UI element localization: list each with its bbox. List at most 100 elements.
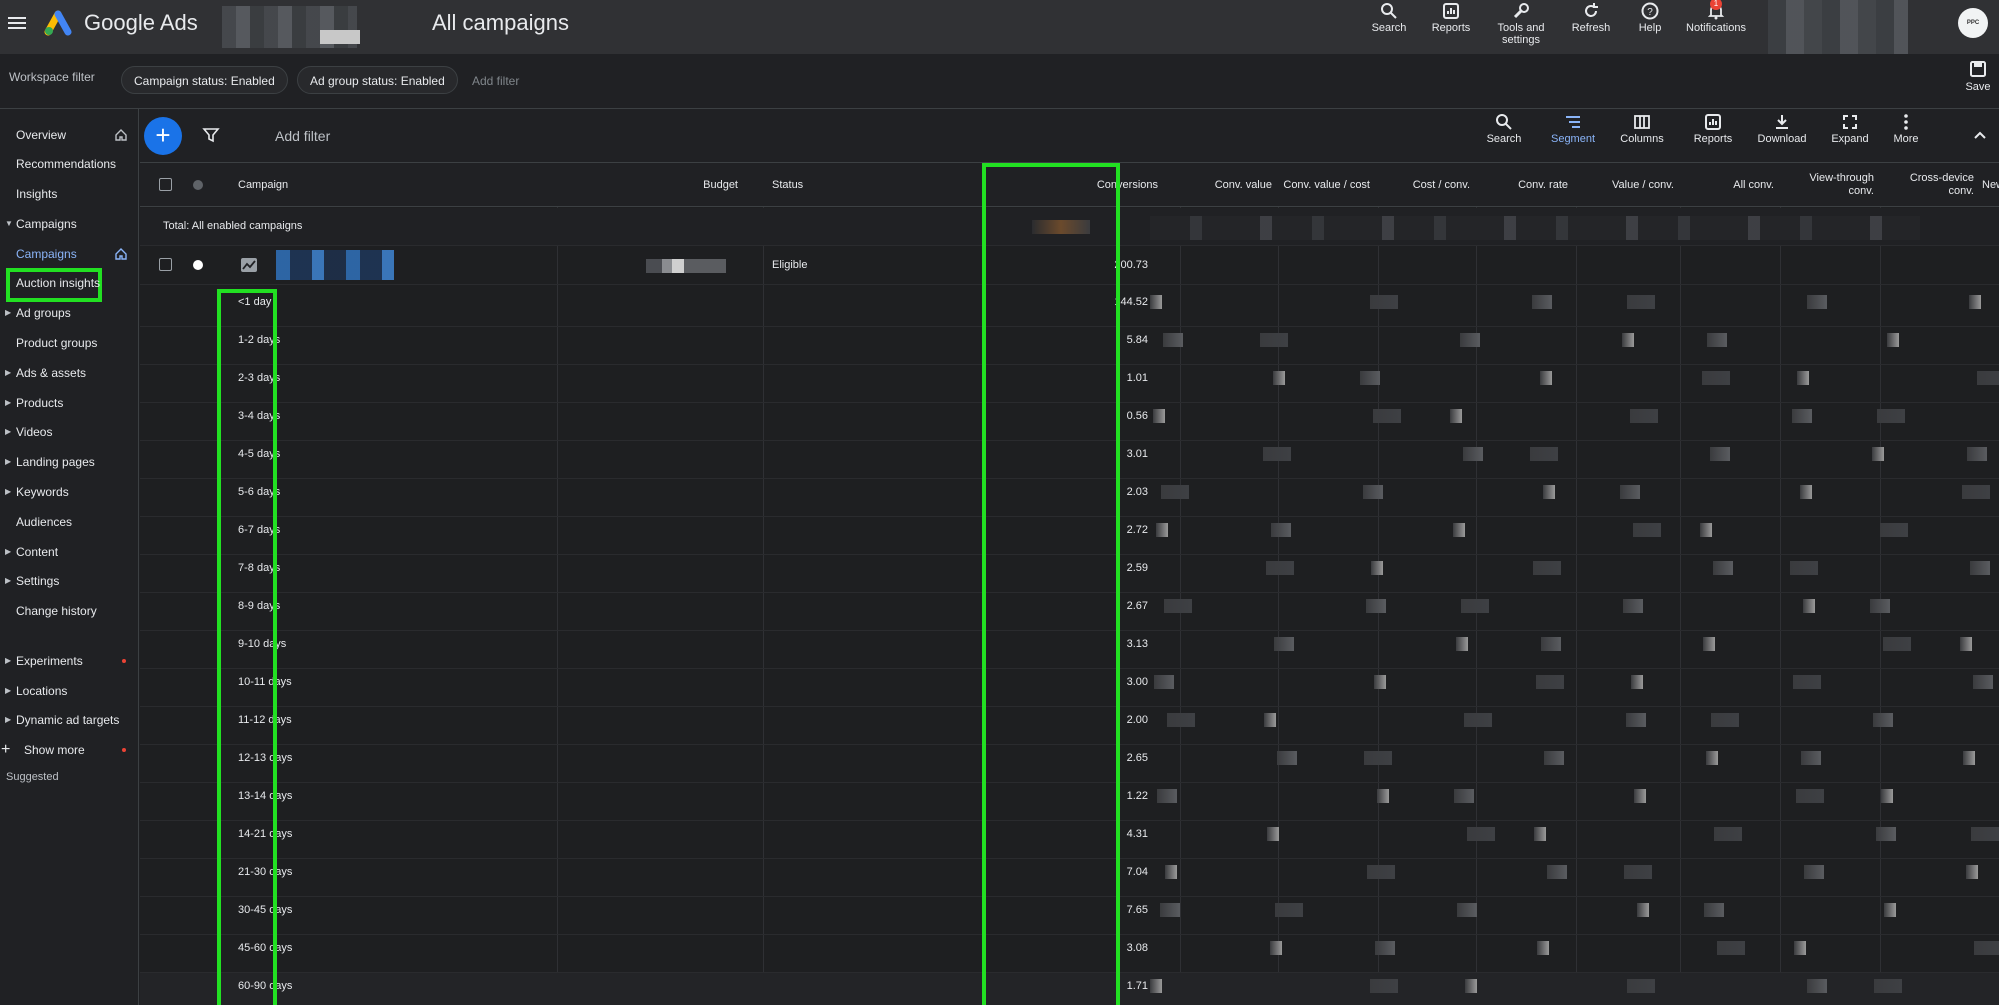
avatar[interactable]: PPC — [1958, 8, 1988, 38]
col-conv-value[interactable]: Conv. value — [1186, 163, 1272, 207]
nav-landing-pages[interactable]: ▶ Landing pages — [0, 447, 139, 477]
caret-right-icon: ▶ — [5, 547, 12, 556]
redacted-metric-cell — [1536, 675, 1564, 689]
top-tools-button[interactable]: Tools and settings — [1490, 0, 1552, 54]
nav-show-more[interactable]: + Show more — [0, 735, 139, 765]
tool-download[interactable]: Download — [1754, 113, 1810, 145]
tool-expand[interactable]: Expand — [1828, 113, 1872, 145]
caret-right-icon: ▶ — [5, 427, 12, 436]
left-nav-sidebar: Overview Recommendations Insights ▼ Camp… — [0, 109, 139, 1005]
add-filter-button[interactable]: Add filter — [275, 128, 330, 144]
add-workspace-filter[interactable]: Add filter — [472, 74, 519, 88]
redacted-metric-cell — [1377, 789, 1389, 803]
nav-overview[interactable]: Overview — [0, 120, 139, 150]
redacted-campaign-name[interactable] — [276, 250, 394, 280]
chevron-up-icon[interactable] — [1972, 127, 1988, 143]
nav-recommendations[interactable]: Recommendations — [0, 149, 139, 179]
col-all-conv[interactable]: All conv. — [1686, 163, 1774, 207]
save-button[interactable]: Save — [1960, 60, 1996, 93]
col-view-through[interactable]: View-through conv. — [1786, 163, 1874, 207]
redacted-metric-cell — [1970, 561, 1990, 575]
col-cost-conv[interactable]: Cost / conv. — [1384, 163, 1470, 207]
top-refresh-button[interactable]: Refresh — [1568, 0, 1614, 54]
redacted-metric-cell — [1360, 371, 1380, 385]
caret-right-icon: ▶ — [5, 686, 12, 695]
redacted-metric-cell — [1464, 713, 1492, 727]
nav-audiences[interactable]: Audiences — [0, 507, 139, 537]
nav-experiments[interactable]: ▶ Experiments — [0, 646, 139, 676]
redacted-metric-cell — [1277, 751, 1297, 765]
redacted-metric-cell — [1790, 561, 1818, 575]
redacted-metric-cell — [1974, 941, 1999, 955]
nav-campaigns-group[interactable]: ▼ Campaigns — [0, 209, 139, 239]
tool-segment[interactable]: Segment — [1548, 113, 1598, 145]
redacted-metric-cell — [1714, 827, 1742, 841]
create-button[interactable]: + — [144, 117, 182, 155]
nav-product-groups[interactable]: Product groups — [0, 328, 139, 358]
new-dot — [122, 659, 126, 663]
col-campaign[interactable]: Campaign — [238, 163, 438, 207]
nav-products[interactable]: ▶ Products — [0, 388, 139, 418]
col-status[interactable]: Status — [772, 163, 852, 207]
nav-dynamic-ad-targets[interactable]: ▶ Dynamic ad targets — [0, 705, 139, 735]
main-menu-icon[interactable] — [8, 14, 26, 32]
redacted-metric-cell — [1263, 447, 1291, 461]
nav-change-history[interactable]: Change history — [0, 596, 139, 626]
nav-insights[interactable]: Insights — [0, 179, 139, 209]
col-value-conv[interactable]: Value / conv. — [1580, 163, 1674, 207]
account-id-redacted — [320, 30, 360, 44]
redacted-metric-cell — [1707, 333, 1727, 347]
redacted-metric-cell — [1463, 447, 1483, 461]
workspace-filter-label: Workspace filter — [9, 70, 95, 84]
nav-videos[interactable]: ▶ Videos — [0, 417, 139, 447]
row-checkbox[interactable] — [159, 258, 172, 271]
top-search-button[interactable]: Search — [1368, 0, 1410, 54]
nav-auction-insights[interactable]: Auction insights — [0, 268, 139, 298]
google-ads-logo[interactable] — [44, 8, 76, 36]
reports-icon — [1443, 3, 1459, 19]
nav-keywords[interactable]: ▶ Keywords — [0, 477, 139, 507]
user-account-redacted[interactable] — [1768, 0, 1908, 54]
tool-columns[interactable]: Columns — [1616, 113, 1668, 145]
redacted-metric-cell — [1874, 979, 1902, 993]
top-help-button[interactable]: ? Help — [1632, 0, 1668, 54]
nav-settings[interactable]: ▶ Settings — [0, 566, 139, 596]
col-new-customers[interactable]: New customers — [1982, 163, 1999, 207]
nav-content[interactable]: ▶ Content — [0, 537, 139, 567]
nav-ads-assets[interactable]: ▶ Ads & assets — [0, 358, 139, 388]
reports-icon — [1705, 114, 1721, 130]
redacted-metric-cell — [1266, 561, 1294, 575]
tool-search[interactable]: Search — [1484, 113, 1524, 145]
tool-more[interactable]: More — [1888, 113, 1924, 145]
nav-locations[interactable]: ▶ Locations — [0, 676, 139, 706]
more-icon — [1904, 114, 1908, 130]
redacted-metric-cell — [1364, 751, 1392, 765]
redacted-metric-cell — [1363, 485, 1383, 499]
col-conv-rate[interactable]: Conv. rate — [1482, 163, 1568, 207]
redacted-metric-cell — [1872, 447, 1884, 461]
campaign-status-chip[interactable]: Campaign status: Enabled — [121, 66, 288, 94]
redacted-metric-cell — [1803, 599, 1815, 613]
col-cross-device[interactable]: Cross-device conv. — [1884, 163, 1974, 207]
search-icon — [1496, 114, 1512, 130]
tool-reports[interactable]: Reports — [1690, 113, 1736, 145]
redacted-metric-cell — [1367, 865, 1395, 879]
redacted-metric-cell — [1543, 485, 1555, 499]
redacted-metric-cell — [1461, 599, 1489, 613]
col-conv-value-cost[interactable]: Conv. value / cost — [1282, 163, 1370, 207]
col-budget[interactable]: Budget — [660, 163, 738, 207]
home-icon[interactable] — [114, 247, 128, 261]
columns-icon — [1634, 115, 1650, 129]
top-reports-button[interactable]: Reports — [1426, 0, 1476, 54]
top-notifications-button[interactable]: 1 Notifications — [1680, 0, 1752, 54]
ad-group-status-chip[interactable]: Ad group status: Enabled — [297, 66, 458, 94]
nav-ad-groups[interactable]: ▶ Ad groups — [0, 298, 139, 328]
campaigns-table: Campaign Budget Status Conversions Conv.… — [140, 163, 1999, 1005]
enabled-status-dot[interactable] — [193, 260, 203, 270]
nav-campaigns[interactable]: Campaigns — [0, 239, 139, 269]
redacted-metric-cell — [1260, 333, 1288, 347]
redacted-metric-cell — [1264, 713, 1276, 727]
home-icon[interactable] — [114, 128, 128, 142]
filter-icon[interactable] — [202, 126, 220, 144]
select-all-checkbox[interactable] — [159, 178, 172, 191]
